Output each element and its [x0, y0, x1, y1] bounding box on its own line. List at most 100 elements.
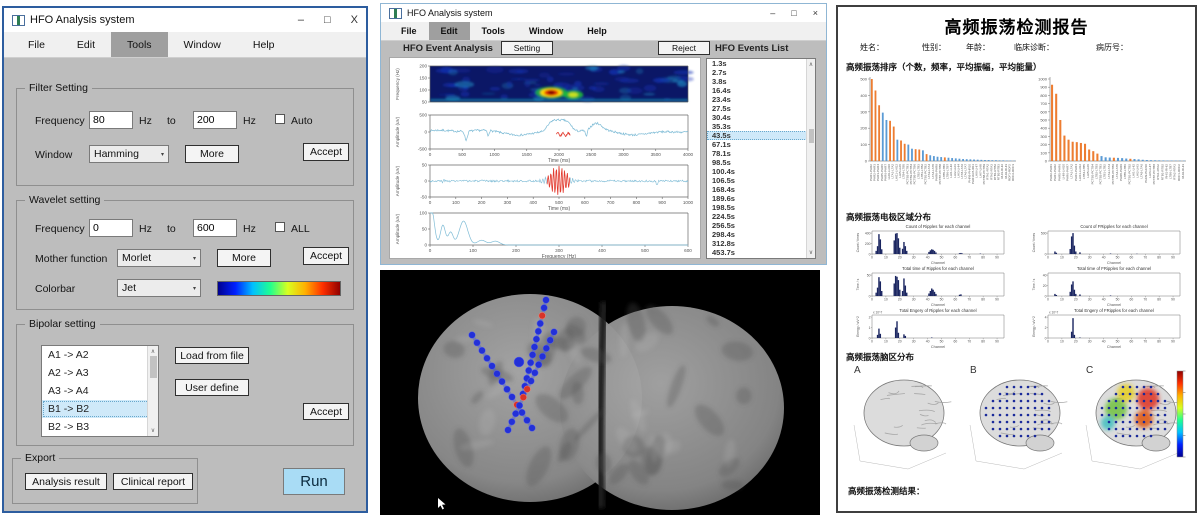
line-shape: [1086, 425, 1092, 461]
text-shape: Count of Ripples for each channel: [906, 224, 971, 229]
minimize-button[interactable]: –: [298, 14, 304, 26]
auto-checkbox[interactable]: [275, 114, 285, 124]
text-shape: 100: [419, 211, 427, 216]
scroll-up-icon[interactable]: ∧: [809, 61, 813, 68]
circle-shape: [1143, 393, 1146, 396]
menu-item-edit[interactable]: Edit: [61, 32, 111, 57]
maximize-button[interactable]: □: [324, 14, 331, 26]
event-item[interactable]: 298.4s: [707, 230, 815, 239]
ellipse-shape: [910, 435, 938, 451]
text-shape: Total time of Ripples for each channel: [902, 266, 974, 271]
event-item[interactable]: 256.5s: [707, 221, 815, 230]
menu-item-window[interactable]: Window: [517, 22, 575, 40]
bipolar-item[interactable]: A2 -> A3: [42, 364, 158, 382]
event-item[interactable]: 453.7s: [707, 248, 815, 257]
hist-bar: [928, 252, 929, 254]
wavelet-accept-button[interactable]: Accept: [303, 247, 349, 265]
load-from-file-button[interactable]: Load from file: [175, 347, 249, 364]
event-item[interactable]: 2.7s: [707, 68, 815, 77]
circle-shape: [1108, 407, 1111, 410]
all-checkbox[interactable]: [275, 222, 285, 232]
bipolar-accept-button[interactable]: Accept: [303, 403, 349, 420]
scrollbar-thumb[interactable]: [150, 356, 157, 378]
rank-bar: [1142, 160, 1144, 161]
scrollbar-thumb[interactable]: [809, 129, 814, 143]
text-shape: 200: [419, 64, 427, 69]
ellipse-shape: [643, 93, 655, 95]
event-item[interactable]: 106.5s: [707, 176, 815, 185]
event-item[interactable]: 1.3s: [707, 59, 815, 68]
filter-freq-to-input[interactable]: [193, 111, 237, 129]
wavelet-more-button[interactable]: More: [217, 249, 271, 267]
bipolar-channel-list[interactable]: ∧ ∨ A1 -> A2A2 -> A3A3 -> A4B1 -> B2B2 -…: [41, 345, 159, 437]
menu-item-edit[interactable]: Edit: [429, 22, 470, 40]
event-item[interactable]: 3.8s: [707, 77, 815, 86]
brain-3d-view[interactable]: [380, 270, 820, 515]
filter-freq-from-input[interactable]: [89, 111, 133, 129]
menu-item-help[interactable]: Help: [237, 32, 291, 57]
event-item[interactable]: 30.4s: [707, 113, 815, 122]
event-item[interactable]: 168.4s: [707, 185, 815, 194]
scroll-down-icon[interactable]: ∨: [809, 249, 813, 256]
event-item[interactable]: 78.1s: [707, 149, 815, 158]
hist-bar: [895, 276, 896, 296]
bipolar-item[interactable]: B2 -> B3: [42, 418, 158, 436]
event-item[interactable]: 67.1s: [707, 140, 815, 149]
user-define-button[interactable]: User define: [175, 379, 249, 396]
event-item[interactable]: 27.5s: [707, 104, 815, 113]
scroll-up-icon[interactable]: ∧: [151, 348, 155, 355]
event-item[interactable]: 43.5s: [707, 131, 815, 140]
filter-accept-button[interactable]: Accept: [303, 143, 349, 161]
text-shape: 0: [871, 297, 873, 301]
bipolar-item[interactable]: A1 -> A2: [42, 346, 158, 364]
scrollbar[interactable]: ∧ ∨: [806, 59, 815, 258]
event-item[interactable]: 198.5s: [707, 203, 815, 212]
reject-button[interactable]: Reject: [658, 41, 710, 55]
bipolar-item[interactable]: B1 -> B2: [42, 400, 158, 418]
colorbar-select[interactable]: Jet ▾: [117, 279, 201, 297]
hist-bar: [932, 250, 933, 254]
rank-bar: [948, 158, 950, 161]
hfo-events-list[interactable]: ∧ ∨ 1.3s2.7s3.8s16.4s23.4s27.5s30.4s35.3…: [706, 58, 816, 259]
setting-button[interactable]: Setting: [501, 41, 553, 55]
filter-more-button[interactable]: More: [185, 145, 239, 163]
hist-bar: [881, 249, 882, 254]
circle-shape: [1143, 435, 1146, 438]
text-shape: 70: [1143, 255, 1147, 259]
wavelet-freq-to-input[interactable]: [193, 219, 237, 237]
circle-shape: [1143, 421, 1146, 424]
event-item[interactable]: 23.4s: [707, 95, 815, 104]
event-item[interactable]: 100.4s: [707, 167, 815, 176]
circle-shape: [1143, 414, 1146, 417]
event-item[interactable]: 312.8s: [707, 239, 815, 248]
mother-function-select[interactable]: Morlet ▾: [117, 249, 201, 267]
menu-item-help[interactable]: Help: [575, 22, 619, 40]
menu-item-window[interactable]: Window: [168, 32, 237, 57]
text-shape: 2500: [586, 152, 597, 157]
close-button[interactable]: ×: [813, 8, 818, 18]
event-item[interactable]: 224.5s: [707, 212, 815, 221]
scroll-down-icon[interactable]: ∨: [151, 427, 155, 434]
analysis-result-button[interactable]: Analysis result: [25, 473, 107, 490]
menu-item-tools[interactable]: Tools: [470, 22, 517, 40]
bipolar-item[interactable]: A3 -> A4: [42, 382, 158, 400]
run-button[interactable]: Run: [283, 468, 345, 495]
maximize-button[interactable]: □: [791, 8, 796, 18]
menu-item-file[interactable]: File: [389, 22, 429, 40]
ellipse-shape: [589, 66, 596, 72]
minimize-button[interactable]: –: [770, 8, 775, 18]
event-item[interactable]: 189.6s: [707, 194, 815, 203]
hist-bar: [877, 335, 878, 338]
clinical-report-button[interactable]: Clinical report: [113, 473, 193, 490]
menu-item-tools[interactable]: Tools: [111, 32, 168, 57]
menu-item-file[interactable]: File: [12, 32, 61, 57]
event-item[interactable]: 16.4s: [707, 86, 815, 95]
wavelet-freq-from-input[interactable]: [89, 219, 133, 237]
scrollbar[interactable]: ∧ ∨: [147, 346, 158, 436]
event-item[interactable]: 98.5s: [707, 158, 815, 167]
hist-bar: [903, 278, 904, 296]
close-button[interactable]: X: [351, 14, 358, 26]
window-select[interactable]: Hamming ▾: [89, 145, 169, 163]
event-item[interactable]: 35.3s: [707, 122, 815, 131]
text-shape: 60: [1129, 339, 1133, 343]
